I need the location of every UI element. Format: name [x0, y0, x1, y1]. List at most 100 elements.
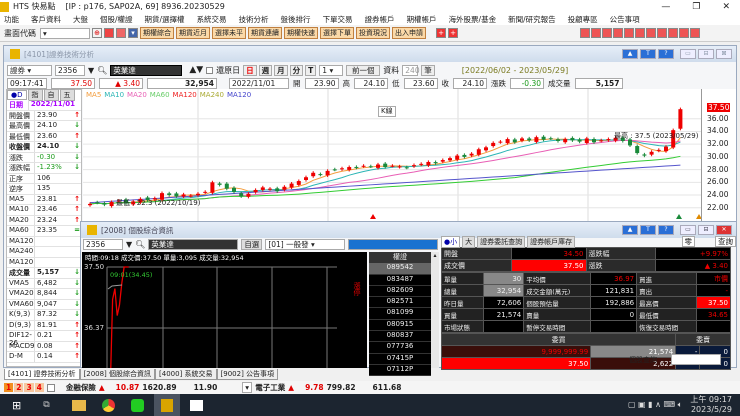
minimize-icon[interactable]: — — [661, 2, 670, 12]
search-icon[interactable]: 🔍︎ — [97, 66, 107, 75]
screen-code-select[interactable]: ▾ — [40, 27, 90, 39]
toolbar-button[interactable]: 選擇未平 — [212, 27, 246, 39]
prev-stock-icon[interactable]: ▲▼ — [189, 65, 203, 75]
period-button[interactable]: 分 — [289, 64, 304, 76]
search-icon[interactable]: 🔍︎ — [135, 240, 145, 249]
stock-code-input[interactable]: 2356 — [55, 64, 85, 76]
menu-item[interactable]: 大盤 — [73, 14, 88, 25]
warrant-item[interactable]: 07415P — [369, 353, 431, 365]
toolbar-button[interactable]: 期貨近月 — [176, 27, 210, 39]
menu-item[interactable]: 個股/權證 — [100, 14, 133, 25]
warrant-item[interactable]: 089542 — [369, 263, 431, 275]
menu-item[interactable]: 公告事項 — [610, 14, 640, 25]
fill-tool-icon[interactable] — [624, 28, 634, 38]
ticker-page-button[interactable]: 4 — [34, 383, 44, 392]
hts-app-icon[interactable] — [153, 394, 180, 416]
comment-tool-icon[interactable] — [657, 28, 667, 38]
stock-query-input[interactable] — [671, 354, 721, 365]
photos-icon[interactable] — [189, 399, 203, 411]
warrant-item[interactable]: 080915 — [369, 319, 431, 332]
stock-code-input[interactable]: 2356 — [83, 239, 123, 250]
folder-icon[interactable] — [104, 28, 114, 38]
tools-icon[interactable] — [668, 28, 678, 38]
menu-item[interactable]: 海外股票/基金 — [449, 14, 497, 25]
ticker-checkbox[interactable] — [46, 383, 55, 392]
close-icon[interactable]: ✕ — [716, 225, 732, 235]
text-icon[interactable]: T — [640, 225, 656, 235]
toolbar-button[interactable]: 期貨連續 — [248, 27, 282, 39]
menu-item[interactable]: 下單交易 — [323, 14, 353, 25]
help-icon[interactable]: ? — [658, 225, 674, 235]
warrant-list[interactable]: 權證 089542 083487 082609 082571 081099 080915 08… — [369, 252, 431, 377]
warrant-item[interactable]: 080837 — [369, 331, 431, 343]
warrant-item[interactable]: 081099 — [369, 308, 431, 320]
windows-start-icon[interactable]: ⊞ — [12, 399, 21, 412]
warrant-item[interactable]: 077736 — [369, 342, 431, 354]
maximize-icon[interactable]: ⊟ — [698, 225, 714, 235]
toolbar-button[interactable]: 選擇下單 — [320, 27, 354, 39]
market-select[interactable]: 證券 ▾ — [7, 64, 52, 76]
account-select[interactable] — [348, 239, 439, 250]
rect-tool-icon[interactable] — [613, 28, 623, 38]
menu-item[interactable]: 客戶資料 — [31, 14, 61, 25]
toolbar-button[interactable]: 投資現況 — [356, 27, 390, 39]
menu-item[interactable]: 功能 — [4, 14, 19, 25]
ticker-dropdown[interactable]: ▾ — [242, 382, 253, 393]
search-icon[interactable]: ⊕ — [92, 28, 102, 38]
toolbar-button[interactable]: 出入申請 — [392, 27, 426, 39]
menu-item[interactable]: 新聞/研究報告 — [508, 14, 556, 25]
data-unit-button[interactable]: 筆 — [421, 64, 435, 76]
menu-item[interactable]: 盤後排行 — [281, 14, 311, 25]
warrant-item[interactable]: 082571 — [369, 297, 431, 309]
menu-item[interactable]: 技術分析 — [239, 14, 269, 25]
menu-item[interactable]: 投顧專區 — [568, 14, 598, 25]
query-button[interactable]: 查詢 — [715, 236, 736, 247]
menu-item[interactable]: 證券帳戶 — [365, 14, 395, 25]
intraday-chart[interactable]: 37.50 36.37 09:01(34.45) 漲停 — [82, 252, 367, 368]
window-tab[interactable]: [4000] 系統交易 — [155, 369, 217, 380]
quote-tab[interactable]: 證券帳戶庫存 — [527, 235, 576, 248]
period-button[interactable]: 月 — [274, 64, 288, 76]
maximize-icon[interactable]: ⊟ — [698, 49, 714, 59]
period-select[interactable]: 1 ▾ — [319, 64, 344, 76]
minimize-icon[interactable]: ▭ — [680, 49, 696, 59]
scrollbar[interactable]: ▴ — [431, 252, 439, 368]
dropdown-icon[interactable]: ▾ — [128, 28, 138, 38]
minimize-icon[interactable]: ▭ — [680, 225, 696, 235]
settings-icon[interactable] — [690, 28, 700, 38]
watchlist-button[interactable]: 自選 — [241, 239, 263, 250]
toolbar-button[interactable]: 期權綜合 — [140, 27, 174, 39]
line-tool-icon[interactable] — [580, 28, 590, 38]
window-tab[interactable]: [2008] 個股綜合資訊 — [79, 369, 156, 380]
adjust-checkbox[interactable] — [206, 66, 214, 74]
chart-icon[interactable] — [116, 28, 126, 38]
data-count-input[interactable]: 240 — [402, 64, 420, 76]
remove-icon[interactable]: + — [448, 28, 458, 38]
text-icon[interactable]: T — [640, 49, 656, 59]
warrant-item[interactable]: 082609 — [369, 285, 431, 298]
dropdown-icon[interactable]: ▼ — [88, 66, 94, 75]
toolbar-button[interactable]: 期權快速 — [284, 27, 318, 39]
pen-tool-icon[interactable] — [591, 28, 601, 38]
warrant-item[interactable]: 07112P — [369, 364, 431, 377]
quote-tab[interactable]: 大 — [462, 235, 476, 248]
add-icon[interactable]: + — [436, 28, 446, 38]
menu-item[interactable]: 系統交易 — [197, 14, 227, 25]
tray-icons[interactable]: ▢ ▣ ▮ ∧ ⌨ 🔈︎ — [628, 400, 682, 410]
chrome-icon[interactable] — [101, 398, 115, 412]
box-tool-icon[interactable] — [602, 28, 612, 38]
line-app-icon[interactable] — [130, 398, 144, 412]
window-tab[interactable]: [4101] 證券技術分析 — [4, 369, 80, 380]
close-icon[interactable]: ⊠ — [716, 49, 732, 59]
dropdown-icon[interactable]: ▼ — [126, 240, 132, 249]
period-button[interactable]: 日 — [243, 64, 257, 76]
up-icon[interactable]: ▲ — [622, 225, 638, 235]
note-tool-icon[interactable] — [646, 28, 656, 38]
prev-button[interactable]: 前一個 — [346, 64, 381, 76]
text-tool-icon[interactable] — [635, 28, 645, 38]
ticker-page-button[interactable]: 3 — [24, 383, 34, 392]
window-tab[interactable]: [9002] 公告事項 — [216, 369, 279, 380]
ticker-page-button[interactable]: 2 — [14, 383, 24, 392]
period-button[interactable]: T — [305, 64, 317, 76]
odd-lot-button[interactable]: 零 — [681, 236, 695, 247]
